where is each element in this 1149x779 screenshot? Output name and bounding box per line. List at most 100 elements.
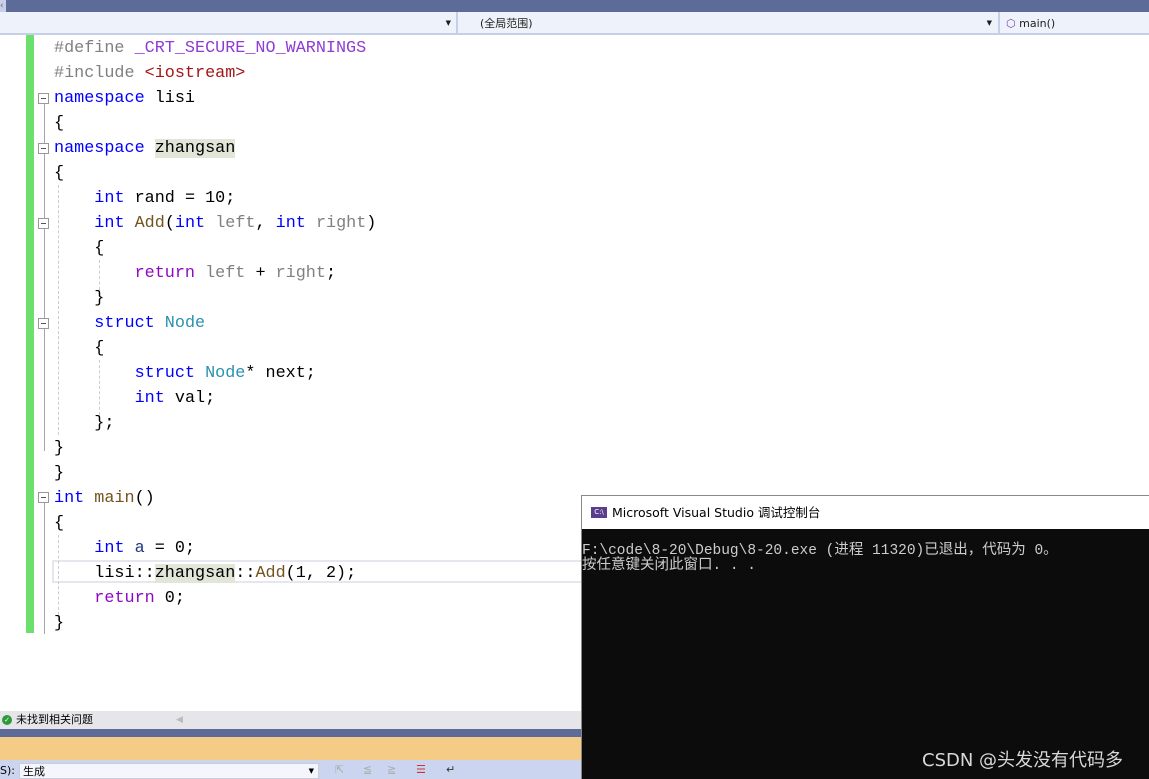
chevron-down-icon: ▼ [986,19,992,27]
code-token: } [54,614,65,633]
code-line[interactable]: { [54,161,64,186]
console-title-bar[interactable]: C:\ Microsoft Visual Studio 调试控制台 [582,496,1149,529]
scope-dropdown[interactable]: (全局范围) ▼ [474,14,998,33]
error-status-bar: ✓ 未找到相关问题 ◀ [0,711,590,729]
code-line[interactable]: #include <iostream> [54,61,245,86]
console-line: 按任意键关闭此窗口. . . [582,558,757,574]
code-line[interactable]: } [54,611,64,636]
member-dropdown[interactable]: ⬡ main() [1000,14,1149,33]
code-line[interactable]: int val; [54,386,216,411]
method-icon: ⬡ [1006,17,1016,30]
code-token: int [134,389,175,408]
code-token: a [134,539,145,558]
console-output: F:\code\8-20\Debug\8-20.exe (进程 11320)已退… [582,529,1149,574]
debug-console-window[interactable]: C:\ Microsoft Visual Studio 调试控制台 F:\cod… [581,495,1149,779]
next-message-icon[interactable]: ≧ [387,763,396,776]
collapse-icon[interactable] [38,492,49,503]
code-line[interactable]: } [54,461,64,486]
code-token: () [134,489,155,508]
code-token: val; [174,389,216,408]
code-line[interactable]: int rand = 10; [54,186,235,211]
collapse-icon[interactable] [38,318,49,329]
code-token: { [54,164,65,183]
code-token: zhangsan [154,139,236,158]
find-message-icon[interactable]: ⇱ [335,763,344,776]
code-token: (1, 2); [285,564,357,583]
code-token: int [174,214,216,233]
code-line[interactable]: { [54,336,104,361]
code-line[interactable]: struct Node [54,311,205,336]
previous-message-icon[interactable]: ≦ [363,763,372,776]
clear-all-icon[interactable]: ☰ [416,763,426,776]
code-line[interactable]: }; [54,411,114,436]
panel-header [0,729,590,737]
code-token: + [245,264,276,283]
code-line[interactable]: { [54,236,104,261]
code-line[interactable]: return 0; [54,586,185,611]
watermark: CSDN @头发没有代码多 [922,750,1124,771]
notification-bar [0,737,590,760]
code-line[interactable]: namespace lisi [54,86,195,111]
collapse-icon[interactable] [38,218,49,229]
output-source-dropdown[interactable]: 生成 ▼ [19,763,319,779]
code-token: ) [366,214,377,233]
code-token: { [54,239,105,258]
code-token: namespace [54,89,155,108]
code-line[interactable]: int main() [54,486,155,511]
code-line[interactable]: { [54,511,64,536]
code-token: int [275,214,316,233]
code-token: int [94,214,135,233]
code-line[interactable]: int Add(int left, int right) [54,211,376,236]
code-token: return [134,264,206,283]
console-line: F:\code\8-20\Debug\8-20.exe (进程 11320)已退… [582,543,1058,559]
title-bar: ‹ [0,0,1149,12]
code-line[interactable]: namespace zhangsan [54,136,236,161]
fold-line [44,104,45,451]
code-token: = 0; [144,539,196,558]
code-token: Add [134,214,165,233]
code-line[interactable]: { [54,111,64,136]
code-token: main [94,489,135,508]
code-line[interactable]: lisi::zhangsan::Add(1, 2); [54,561,356,586]
code-token: lisi:: [54,564,155,583]
chevron-down-icon: ▼ [308,767,314,775]
code-line[interactable]: int a = 0; [54,536,195,561]
code-token: Node [205,364,246,383]
code-token: _CRT_SECURE_NO_WARNINGS [134,39,367,58]
scroll-left-icon[interactable]: ◀ [176,711,183,729]
code-token: , [255,214,276,233]
code-line[interactable]: } [54,436,64,461]
code-token: lisi [154,89,196,108]
code-token: right [275,264,326,283]
code-token: :: [235,564,256,583]
code-line[interactable]: } [54,286,104,311]
navigation-bar: ▼ (全局范围) ▼ ⬡ main() [0,12,1149,35]
code-token: { [54,514,65,533]
issues-status[interactable]: 未找到相关问题 [16,711,93,729]
code-token: 0; [164,589,185,608]
code-token: } [54,464,65,483]
scroll-left-icon[interactable]: ‹ [0,0,6,12]
scope-value: (全局范围) [480,17,533,30]
code-token: }; [54,414,115,433]
code-line[interactable]: #define _CRT_SECURE_NO_WARNINGS [54,36,366,61]
code-line[interactable]: return left + right; [54,261,336,286]
code-token: <iostream> [144,64,246,83]
project-dropdown[interactable]: ▼ [0,14,455,33]
code-token: zhangsan [154,564,236,583]
output-toolbar: S): 生成 ▼ ⇱ ≦ ≧ ☰ ↵ [0,760,590,779]
code-line[interactable]: struct Node* next; [54,361,316,386]
collapse-icon[interactable] [38,93,49,104]
code-token: int [94,189,135,208]
console-app-icon: C:\ [591,507,607,518]
collapse-icon[interactable] [38,143,49,154]
code-token: struct [94,314,165,333]
code-token: #define [54,39,135,58]
check-circle-icon: ✓ [2,715,12,725]
fold-line [44,503,45,634]
word-wrap-icon[interactable]: ↵ [446,763,455,776]
code-token: return [94,589,165,608]
